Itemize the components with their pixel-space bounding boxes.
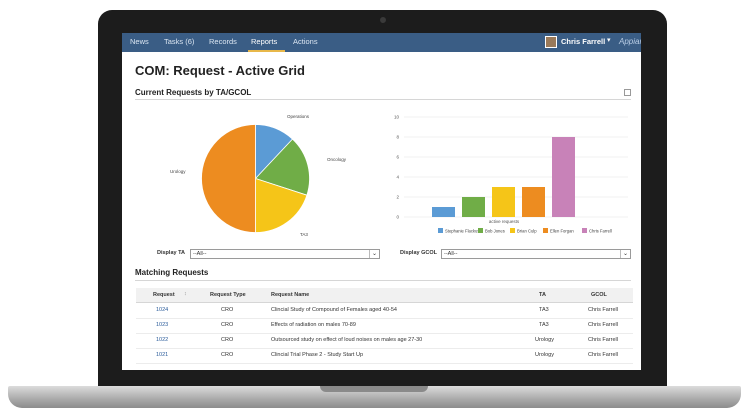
sort-icon[interactable]: ↕ [184,291,187,297]
pie-label-ta3: TA3 [300,232,308,237]
request-name-cell: Clincial Trial Phase 2 - Study Start Up [271,352,364,358]
bar-stephanie-flackus[interactable] [432,207,455,217]
legend-swatch [582,228,587,233]
ta-cell: Urology [535,352,554,358]
section-divider [135,99,631,100]
active-tab-indicator [248,50,285,52]
legend-label: Stephanie Flackus [445,229,479,234]
y-tick-label: 2 [396,195,399,200]
pie-label-operations: Operations [287,114,310,119]
tab-news[interactable]: News [130,37,149,46]
pie-slice-urology[interactable] [201,124,256,233]
chevron-down-icon: ⌄ [620,250,630,258]
app-screen: News Tasks (6) Records Reports Actions C… [122,33,641,370]
chevron-down-icon: ⌄ [369,250,379,258]
request-type-cell: CRO [221,352,234,358]
request-id-link[interactable]: 1023 [156,322,168,328]
request-type-cell: CRO [221,337,234,343]
collapse-icon[interactable] [624,89,631,96]
top-nav: News Tasks (6) Records Reports Actions C… [122,33,641,52]
gcol-cell: Chris Farrell [588,352,618,358]
bar-ellen-forgan[interactable] [522,187,545,217]
y-tick-label: 10 [394,115,400,120]
table-row: 1022 CRO Outsourced study on effect of l… [136,333,633,349]
request-name-cell: Clincial Study of Compound of Females ag… [271,307,397,313]
ta-filter-value: --All-- [193,251,207,257]
request-id-link[interactable]: 1022 [156,337,168,343]
table-row: 1024 CRO Clincial Study of Compound of F… [136,303,633,319]
ta-filter-label: Display TA [157,250,186,256]
tab-tasks[interactable]: Tasks (6) [164,37,194,46]
avatar[interactable] [545,36,557,48]
bar-bob-jones[interactable] [462,197,485,217]
legend-swatch [543,228,548,233]
column-header-gcol[interactable]: GCOL [591,292,607,298]
column-header-request[interactable]: Request [153,292,175,298]
gcol-cell: Chris Farrell [588,337,618,343]
pie-label-oncology: Oncology [327,157,347,162]
tab-records[interactable]: Records [209,37,237,46]
y-tick-label: 6 [396,155,399,160]
column-header-ta[interactable]: TA [539,292,546,298]
bar-chris-farrell[interactable] [552,137,575,217]
table-row: 1023 CRO Effects of radiation on males 7… [136,318,633,334]
pie-chart [201,124,310,233]
gcol-filter-select[interactable]: --All-- ⌄ [441,249,631,259]
bar-chart: 0 2 4 6 8 10 active requests Stephanie Flackus B… [394,115,628,234]
brand-logo: Appian [619,37,641,46]
table-row: 1021 CRO Clincial Trial Phase 2 - Study … [136,348,633,364]
ta-cell: TA3 [539,322,549,328]
legend-swatch [510,228,515,233]
grid-header: Request ↕ Request Type Request Name TA G… [136,288,633,303]
grid-section-title: Matching Requests [135,268,209,277]
ta-cell: TA3 [539,307,549,313]
legend-label: Bob Jones [485,229,505,234]
pie-label-urology: Urology [170,169,186,174]
legend-swatch [478,228,483,233]
gcol-cell: Chris Farrell [588,322,618,328]
request-id-link[interactable]: 1024 [156,307,168,313]
gcol-filter-label: Display GCOL [400,250,437,256]
bar-brian-culp[interactable] [492,187,515,217]
legend-label: Brian Culp [517,229,537,234]
camera-icon [380,17,386,23]
ta-cell: Urology [535,337,554,343]
y-tick-label: 0 [396,215,399,220]
request-id-link[interactable]: 1021 [156,352,168,358]
ta-filter-select[interactable]: --All-- ⌄ [190,249,380,259]
legend-label: Ellen Forgan [550,229,574,234]
request-name-cell: Outsourced study on effect of loud noise… [271,337,423,343]
legend-swatch [438,228,443,233]
request-type-cell: CRO [221,322,234,328]
gcol-cell: Chris Farrell [588,307,618,313]
page-title: COM: Request - Active Grid [135,63,305,78]
legend-label: Chris Farrell [589,229,612,234]
section-divider [135,280,631,281]
tab-reports[interactable]: Reports [251,37,277,46]
laptop-notch [320,386,428,392]
request-type-cell: CRO [221,307,234,313]
y-tick-label: 4 [396,175,399,180]
gcol-filter-value: --All-- [444,251,458,257]
chevron-down-icon[interactable]: ▾ [607,36,611,44]
x-axis-label: active requests [489,219,520,224]
request-name-cell: Effects of radiation on males 70-89 [271,322,356,328]
column-header-request-type[interactable]: Request Type [210,292,246,298]
y-tick-label: 8 [396,135,399,140]
user-menu[interactable]: Chris Farrell [561,37,605,46]
column-header-request-name[interactable]: Request Name [271,292,309,298]
tab-actions[interactable]: Actions [293,37,318,46]
chart-section-title: Current Requests by TA/GCOL [135,88,252,97]
